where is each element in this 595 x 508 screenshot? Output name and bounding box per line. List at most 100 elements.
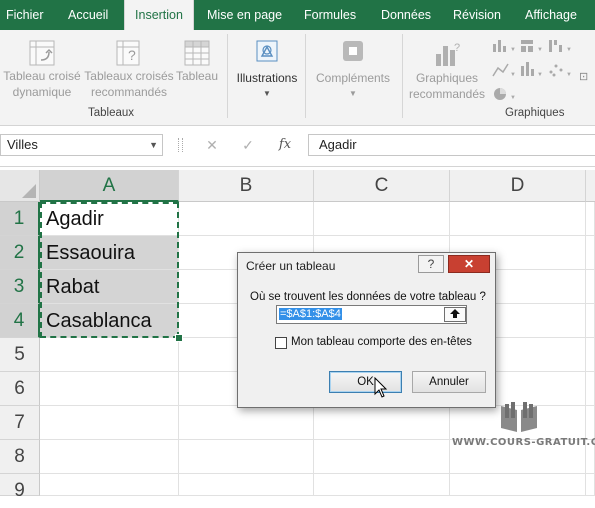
close-button[interactable]: ✕ [448, 255, 490, 273]
tab-donnees[interactable]: Données [381, 0, 431, 30]
column-header-d[interactable]: D [450, 170, 586, 202]
row-header-9[interactable]: 9 [0, 474, 40, 501]
column-header-a[interactable]: A [40, 170, 179, 202]
svg-text:▼: ▼ [510, 47, 516, 53]
grid-cell[interactable] [179, 202, 314, 236]
collapse-dialog-icon[interactable] [444, 307, 466, 322]
fill-handle[interactable] [175, 334, 183, 342]
table-label: Tableau [175, 69, 219, 83]
create-table-dialog: Créer un tableau ? ✕ Où se trouvent les … [237, 252, 496, 408]
group-label-graphiques: Graphiques [505, 107, 565, 119]
row-header-7[interactable]: 7 [0, 406, 40, 440]
tab-accueil[interactable]: Accueil [68, 0, 108, 30]
grid-cell[interactable] [314, 474, 450, 496]
tab-insertion[interactable]: Insertion [124, 0, 194, 30]
ribbon-separator [227, 34, 228, 118]
recommended-charts-label-1: Graphiques [415, 71, 479, 85]
waterfall-chart-icon[interactable]: ▼ [549, 40, 572, 53]
group-label-tableaux: Tableaux [88, 107, 135, 119]
recommended-charts-button[interactable]: ? Graphiques recommandés [406, 40, 488, 102]
grid-cell[interactable] [586, 372, 595, 406]
addins-icon [343, 41, 363, 61]
grid-cell[interactable] [314, 406, 450, 440]
svg-text:?: ? [128, 47, 136, 63]
row-header-1[interactable]: 1 [0, 202, 40, 236]
svg-text:▼: ▼ [566, 47, 572, 53]
recommended-pivot-button[interactable]: ? Tableaux croisés recommandés [84, 38, 174, 100]
line-chart-icon[interactable]: ▼ [492, 63, 516, 78]
grid-cell[interactable] [314, 440, 450, 474]
grid-cell[interactable] [179, 440, 314, 474]
grid-cell[interactable] [314, 202, 450, 236]
tab-formules[interactable]: Formules [304, 0, 356, 30]
table-button[interactable]: Tableau [175, 38, 219, 84]
svg-text:▼: ▼ [566, 72, 572, 78]
grid-cell[interactable] [179, 406, 314, 440]
formula-input[interactable]: Agadir [308, 134, 595, 156]
cancel-button[interactable]: Annuler [412, 371, 486, 393]
tab-fichier[interactable]: Fichier [6, 0, 44, 30]
cancel-icon[interactable]: ✕ [200, 134, 224, 156]
svg-text:?: ? [454, 42, 460, 54]
row-header-5[interactable]: 5 [0, 338, 40, 372]
insert-function-icon[interactable]: fx [273, 134, 297, 156]
grid-cell[interactable] [586, 406, 595, 440]
illustrations-icon [256, 40, 278, 62]
grid-cell[interactable] [450, 474, 586, 496]
chart-types-gallery[interactable]: ▼ ▼ ▼ ▼ ▼ ▼ ▼ ⊡ [491, 36, 591, 106]
dialog-launcher-icon[interactable]: ⊡ [579, 71, 588, 83]
has-headers-checkbox[interactable] [275, 337, 287, 349]
cell-a3[interactable]: Rabat [40, 270, 179, 304]
grid-cell[interactable] [450, 202, 586, 236]
column-header-e[interactable] [586, 170, 595, 202]
grid-cell[interactable] [586, 304, 595, 338]
tab-affichage[interactable]: Affichage [525, 0, 577, 30]
row-header-4[interactable]: 4 [0, 304, 40, 338]
pie-chart-icon[interactable]: ▼ [494, 88, 516, 101]
pivot-table-label-2: dynamique [12, 85, 72, 99]
grid-cell[interactable] [179, 474, 314, 496]
pivot-table-button[interactable]: Tableau croisé dynamique [2, 38, 82, 100]
resize-handle[interactable] [178, 138, 183, 152]
recommended-pivot-icon: ? [116, 40, 140, 66]
cell-a2[interactable]: Essaouira [40, 236, 179, 270]
grid-cell[interactable] [40, 440, 179, 474]
illustrations-button[interactable]: Illustrations ▼ [233, 36, 301, 102]
hierarchy-chart-icon[interactable]: ▼ [521, 40, 543, 53]
grid-cell[interactable] [40, 338, 179, 372]
row-header-6[interactable]: 6 [0, 372, 40, 406]
column-header-c[interactable]: C [314, 170, 450, 202]
column-chart-icon[interactable]: ▼ [493, 40, 516, 53]
mouse-cursor-icon [374, 377, 388, 398]
tab-revision[interactable]: Révision [453, 0, 501, 30]
pivot-table-icon [29, 40, 55, 66]
tab-mise-en-page[interactable]: Mise en page [207, 0, 282, 30]
statistic-chart-icon[interactable]: ▼ [521, 62, 543, 78]
column-header-b[interactable]: B [179, 170, 314, 202]
grid-cell[interactable] [586, 270, 595, 304]
enter-icon[interactable]: ✓ [236, 134, 260, 156]
row-header-8[interactable]: 8 [0, 440, 40, 474]
grid-cell[interactable] [586, 338, 595, 372]
name-box[interactable]: Villes ▼ [0, 134, 163, 156]
cell-a4[interactable]: Casablanca [40, 304, 179, 338]
grid-cell[interactable] [40, 372, 179, 406]
grid-cell[interactable] [586, 474, 595, 496]
row-header-2[interactable]: 2 [0, 236, 40, 270]
grid-cell[interactable] [40, 406, 179, 440]
watermark-text: WWW.COURS-GRATUIT.COM [452, 437, 595, 448]
chevron-down-icon[interactable]: ▼ [149, 135, 158, 155]
ribbon-panel: Tableau croisé dynamique ? Tableaux croi… [0, 30, 595, 126]
range-input[interactable]: =$A$1:$A$4 [276, 305, 467, 324]
scatter-chart-icon[interactable]: ▼ [549, 64, 572, 79]
help-button[interactable]: ? [418, 255, 444, 273]
row-header-3[interactable]: 3 [0, 270, 40, 304]
addins-button[interactable]: Compléments ▼ [311, 36, 395, 102]
cell-a1[interactable]: Agadir [40, 202, 179, 236]
grid-cell[interactable] [40, 474, 179, 496]
grid-cell[interactable] [586, 236, 595, 270]
grid-cell[interactable] [586, 202, 595, 236]
select-all-button[interactable] [0, 170, 40, 202]
cours-gratuit-logo-icon [501, 402, 537, 432]
ok-button[interactable]: OK [329, 371, 402, 393]
